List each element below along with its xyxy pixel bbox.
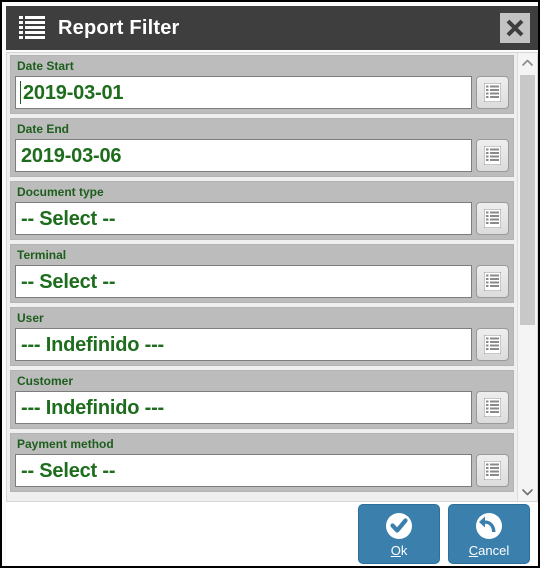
close-button[interactable] bbox=[500, 13, 530, 43]
field-picker-button[interactable] bbox=[476, 139, 509, 172]
dialog-footer: Ok Cancel bbox=[6, 502, 538, 566]
scrollbar-down-button[interactable] bbox=[518, 482, 537, 501]
field-group: Date End 2019-03-06 bbox=[10, 118, 514, 177]
field-input[interactable]: -- Select -- bbox=[15, 265, 472, 298]
page-title: Report Filter bbox=[58, 16, 180, 39]
undo-circle-icon bbox=[476, 512, 502, 539]
field-input[interactable]: 2019-03-01 bbox=[15, 76, 472, 109]
list-lines-icon bbox=[484, 83, 501, 102]
list-lines-icon bbox=[19, 16, 45, 39]
list-lines-icon bbox=[484, 209, 501, 228]
scrollbar-up-button[interactable] bbox=[518, 53, 537, 72]
cancel-button-label: Cancel bbox=[468, 542, 510, 558]
filter-fields-area: Date Start 2019-03-01 Date End 2019-03-06 Do… bbox=[6, 52, 538, 502]
field-row: -- Select -- bbox=[15, 202, 509, 235]
field-group: Document type -- Select -- bbox=[10, 181, 514, 240]
title-bar: Report Filter bbox=[6, 6, 538, 50]
cancel-rest-chars: ancel bbox=[478, 542, 510, 558]
field-row: -- Select -- bbox=[15, 265, 509, 298]
field-value: --- Indefinido --- bbox=[21, 333, 165, 356]
field-label: Date Start bbox=[17, 59, 74, 73]
list-lines-icon bbox=[484, 398, 501, 417]
ok-button-label: Ok bbox=[390, 542, 408, 558]
field-row: 2019-03-01 bbox=[15, 76, 509, 109]
field-group: Payment method -- Select -- bbox=[10, 433, 514, 492]
cancel-button[interactable]: Cancel bbox=[448, 504, 530, 564]
scrollbar-thumb[interactable] bbox=[520, 75, 535, 325]
field-group: User --- Indefinido --- bbox=[10, 307, 514, 366]
field-row: --- Indefinido --- bbox=[15, 391, 509, 424]
report-filter-dialog: Report Filter Date Start 2019-03-01 Date E… bbox=[0, 0, 540, 568]
field-row: 2019-03-06 bbox=[15, 139, 509, 172]
field-value: 2019-03-01 bbox=[23, 81, 124, 104]
field-input[interactable]: -- Select -- bbox=[15, 454, 472, 487]
field-input[interactable]: --- Indefinido --- bbox=[15, 328, 472, 361]
close-icon bbox=[506, 19, 524, 37]
field-picker-button[interactable] bbox=[476, 328, 509, 361]
chevron-down-icon bbox=[522, 488, 533, 495]
field-label: Document type bbox=[17, 185, 104, 199]
field-value: -- Select -- bbox=[21, 207, 116, 230]
field-picker-button[interactable] bbox=[476, 391, 509, 424]
field-value: -- Select -- bbox=[21, 270, 116, 293]
field-value: --- Indefinido --- bbox=[21, 396, 165, 419]
field-input[interactable]: 2019-03-06 bbox=[15, 139, 472, 172]
fields-viewport: Date Start 2019-03-01 Date End 2019-03-06 Do… bbox=[7, 53, 517, 501]
field-row: -- Select -- bbox=[15, 454, 509, 487]
list-lines-icon bbox=[484, 461, 501, 480]
field-picker-button[interactable] bbox=[476, 454, 509, 487]
field-label: Payment method bbox=[17, 437, 114, 451]
ok-rest-chars: k bbox=[400, 542, 408, 558]
list-lines-icon bbox=[484, 335, 501, 354]
list-lines-icon bbox=[484, 146, 501, 165]
field-label: Date End bbox=[17, 122, 70, 136]
check-circle-icon bbox=[386, 512, 412, 539]
field-label: Customer bbox=[17, 374, 74, 388]
chevron-up-icon bbox=[522, 59, 533, 66]
ok-button[interactable]: Ok bbox=[358, 504, 440, 564]
field-input[interactable]: --- Indefinido --- bbox=[15, 391, 472, 424]
field-group: Date Start 2019-03-01 bbox=[10, 55, 514, 114]
vertical-scrollbar[interactable] bbox=[517, 53, 537, 501]
cancel-accel-char: C bbox=[468, 542, 479, 558]
ok-accel-char: O bbox=[390, 542, 401, 558]
field-value: -- Select -- bbox=[21, 459, 116, 482]
text-caret bbox=[20, 81, 21, 104]
field-group: Customer --- Indefinido --- bbox=[10, 370, 514, 429]
field-value: 2019-03-06 bbox=[21, 144, 122, 167]
list-lines-icon bbox=[484, 272, 501, 291]
field-label: User bbox=[17, 311, 44, 325]
field-picker-button[interactable] bbox=[476, 265, 509, 298]
field-group: Terminal -- Select -- bbox=[10, 244, 514, 303]
field-row: --- Indefinido --- bbox=[15, 328, 509, 361]
field-picker-button[interactable] bbox=[476, 76, 509, 109]
field-picker-button[interactable] bbox=[476, 202, 509, 235]
field-input[interactable]: -- Select -- bbox=[15, 202, 472, 235]
field-label: Terminal bbox=[17, 248, 67, 262]
